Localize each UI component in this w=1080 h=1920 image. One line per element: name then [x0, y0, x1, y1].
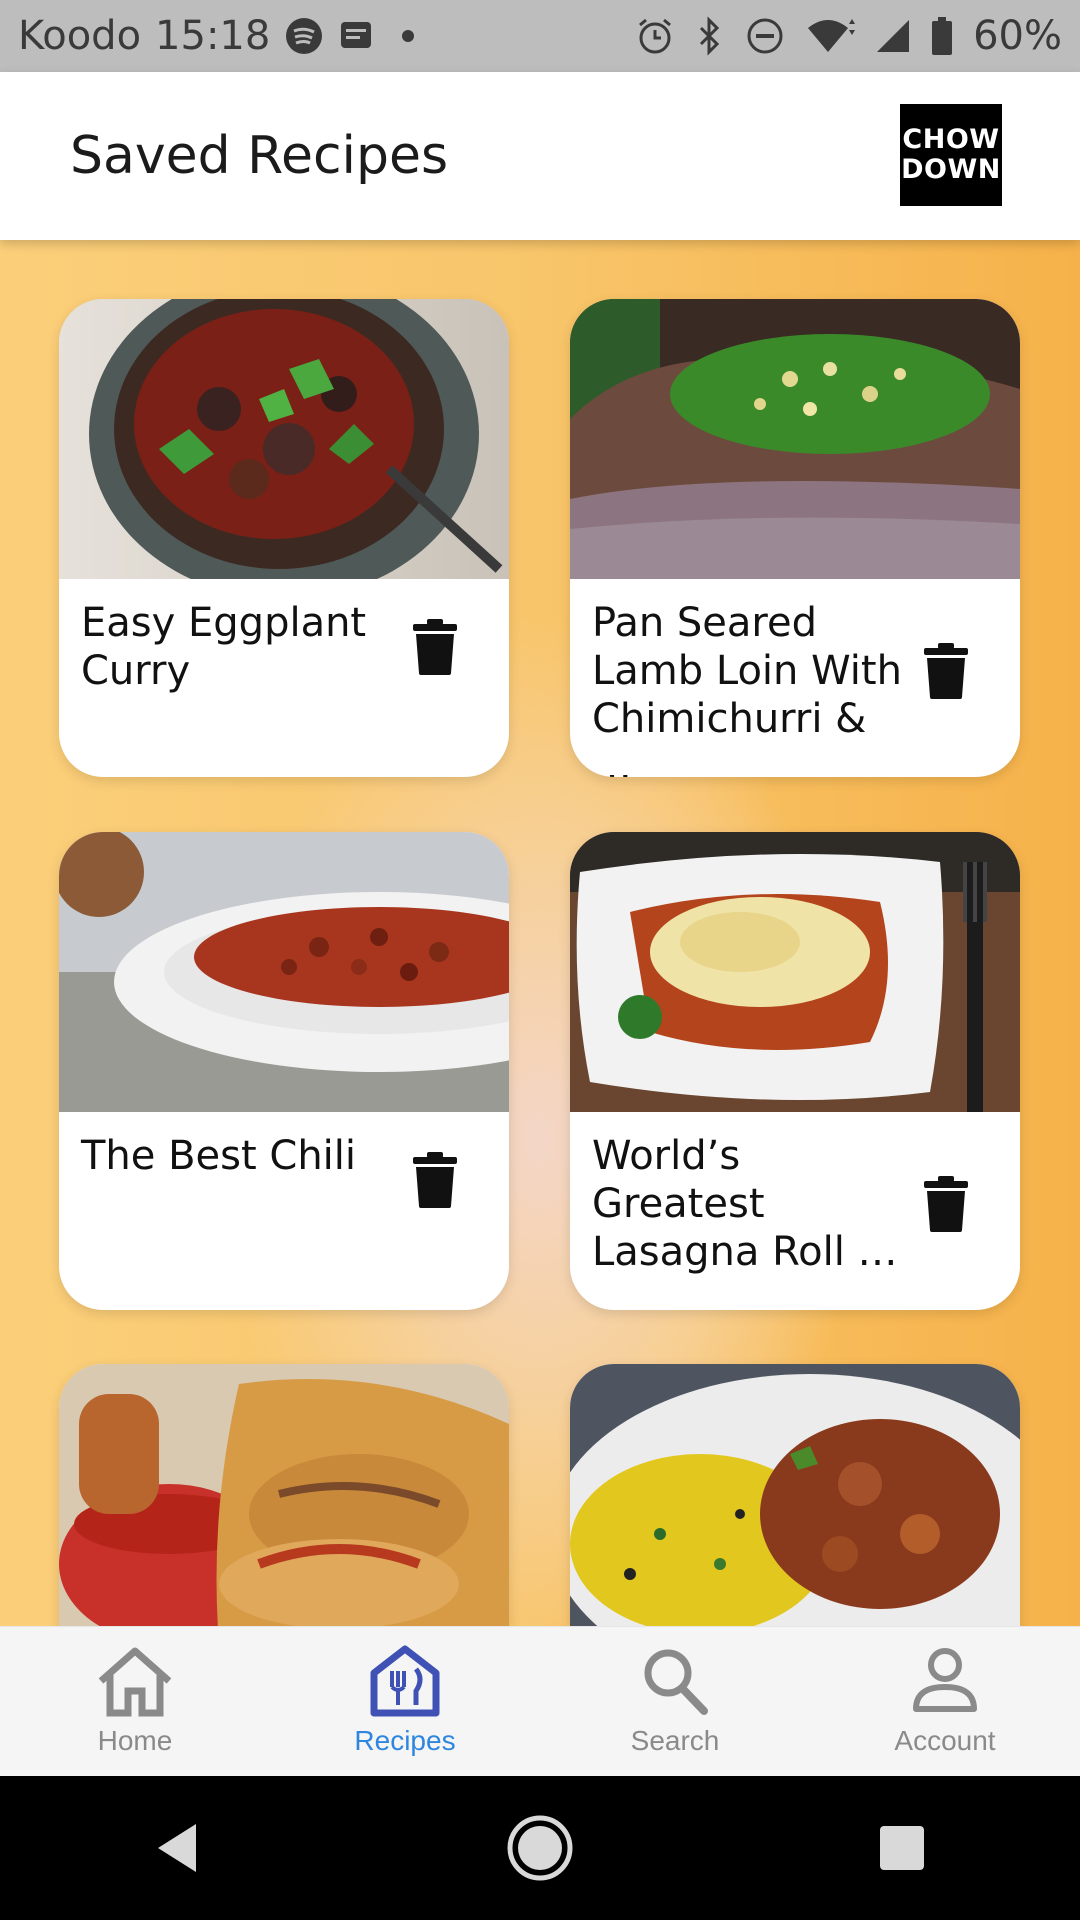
trash-icon[interactable]: [924, 1176, 968, 1232]
recipe-photo: [59, 1364, 509, 1626]
system-navigation-bar: [0, 1776, 1080, 1920]
recipe-photo: [570, 299, 1020, 579]
back-icon[interactable]: [148, 1818, 208, 1878]
home-icon: [98, 1647, 172, 1717]
spotify-icon: [284, 16, 324, 56]
nav-label-home: Home: [97, 1725, 173, 1756]
status-bar: Koodo 15:18 60%: [0, 0, 1080, 72]
trash-icon[interactable]: [924, 643, 968, 699]
recipe-title[interactable]: Pan Seared Lamb Loin With Chimichurri & …: [592, 599, 902, 777]
page-title: Saved Recipes: [70, 126, 449, 186]
nav-search[interactable]: Search: [540, 1627, 810, 1777]
nav-label-recipes: Recipes: [354, 1725, 456, 1756]
battery-icon: [931, 16, 953, 56]
account-icon: [913, 1648, 977, 1712]
recipe-photo: [570, 832, 1020, 1112]
notification-dot-icon: [402, 30, 415, 42]
recipe-title[interactable]: World’s Greatest Lasagna Roll …: [592, 1132, 902, 1276]
battery-percent: 60%: [973, 13, 1062, 59]
recipe-title[interactable]: The Best Chili: [81, 1132, 391, 1180]
recents-icon[interactable]: [872, 1818, 932, 1878]
recipe-photo: [59, 299, 509, 579]
recipe-card[interactable]: Pan Seared Lamb Loin With Chimichurri & …: [570, 299, 1020, 777]
recipe-card[interactable]: [59, 1364, 509, 1626]
recipe-card[interactable]: The Best Chili: [59, 832, 509, 1310]
home-button-icon[interactable]: [505, 1813, 575, 1883]
recipe-grid[interactable]: Easy Eggplant Curry Pan Seared Lamb Loin…: [0, 240, 1080, 1626]
bottom-navigation: Home Recipes Search Account: [0, 1626, 1080, 1777]
do-not-disturb-icon: [745, 16, 785, 56]
nav-recipes[interactable]: Recipes: [270, 1627, 540, 1777]
bluetooth-icon: [695, 16, 725, 56]
recipe-card[interactable]: [570, 1364, 1020, 1626]
carrier-label: Koodo: [18, 13, 142, 59]
clock: 15:18: [155, 13, 271, 59]
logo-line-1: CHOW: [902, 124, 1000, 155]
wifi-icon: [805, 16, 856, 56]
recipe-title[interactable]: Easy Eggplant Curry: [81, 599, 391, 695]
message-icon: [338, 18, 374, 54]
trash-icon[interactable]: [413, 1152, 457, 1208]
search-icon: [644, 1649, 708, 1715]
alarm-icon: [635, 16, 675, 56]
chow-down-logo[interactable]: CHOW DOWN: [900, 104, 1002, 206]
app-bar: Saved Recipes CHOW DOWN: [0, 72, 1080, 240]
recipe-photo: [570, 1364, 1020, 1626]
recipe-card[interactable]: World’s Greatest Lasagna Roll …: [570, 832, 1020, 1310]
recipes-icon: [370, 1645, 440, 1717]
recipe-photo: [59, 832, 509, 1112]
logo-line-2: DOWN: [901, 154, 1001, 185]
nav-home[interactable]: Home: [0, 1627, 270, 1777]
signal-icon: [875, 16, 911, 56]
recipe-card[interactable]: Easy Eggplant Curry: [59, 299, 509, 777]
nav-label-search: Search: [630, 1725, 720, 1756]
trash-icon[interactable]: [413, 619, 457, 675]
nav-label-account: Account: [894, 1725, 996, 1756]
nav-account[interactable]: Account: [810, 1627, 1080, 1777]
